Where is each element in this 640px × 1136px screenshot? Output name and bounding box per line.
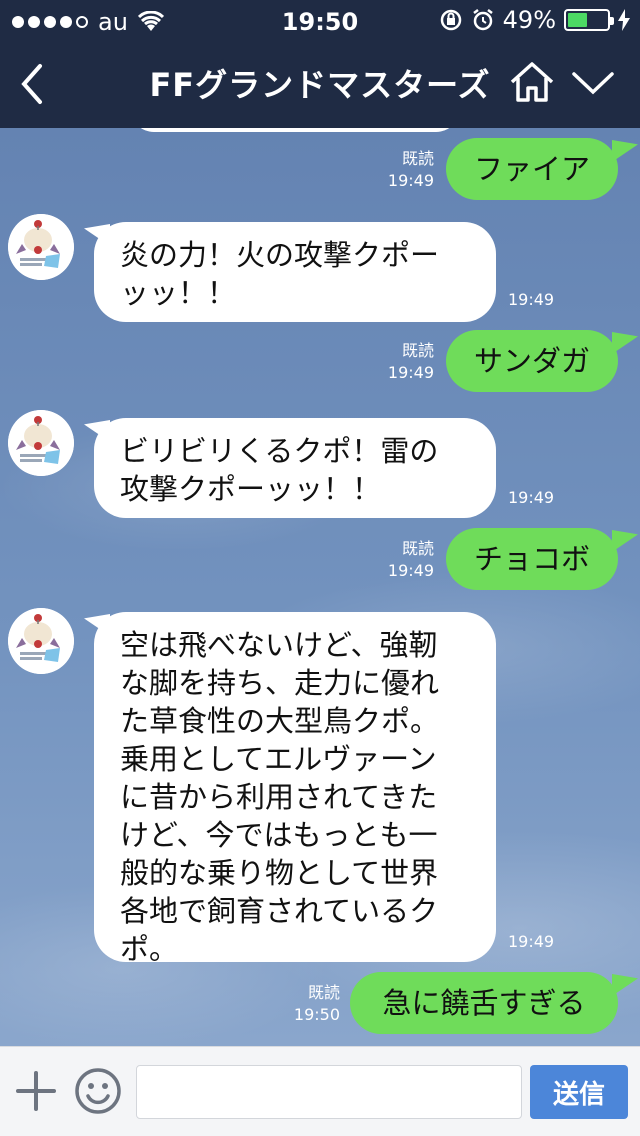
sent-message-bubble[interactable]: サンダガ <box>446 330 618 392</box>
received-message-bubble[interactable]: 炎の力！火の攻撃クポー ッッ！！ <box>94 222 496 322</box>
message-meta: 既読 19:50 <box>282 982 340 1026</box>
read-receipt: 既読 <box>307 983 340 1002</box>
message-line: 般的な乗り物として世界 <box>120 856 439 890</box>
message-line: ビリビリくるクポ！雷の <box>120 434 439 468</box>
avatar[interactable] <box>8 410 74 476</box>
message-meta: 既読 19:49 <box>376 148 434 192</box>
home-icon <box>510 62 554 102</box>
message-text-input[interactable] <box>136 1065 522 1119</box>
bubble-tail <box>612 332 638 354</box>
charging-icon <box>618 9 630 31</box>
message-line: な脚を持ち、走力に優れ <box>120 666 440 700</box>
plus-icon <box>16 1071 56 1111</box>
message-line: 空は飛べないけど、強靭 <box>120 628 438 662</box>
sent-message-bubble[interactable]: チョコボ <box>446 528 618 590</box>
menu-toggle-button[interactable] <box>570 62 616 104</box>
received-message-bubble[interactable]: 空は飛べないけど、強靭 な脚を持ち、走力に優れ た草食性の大型鳥クポ。 乗用とし… <box>94 612 496 966</box>
avatar[interactable] <box>8 608 74 674</box>
moogle-avatar-icon <box>8 214 74 280</box>
message-time: 19:50 <box>293 1005 340 1024</box>
chevron-down-icon <box>572 72 614 95</box>
battery-percent: 49% <box>502 6 556 34</box>
sent-message-bubble[interactable]: ファイア <box>446 138 618 200</box>
message-meta: 既読 19:49 <box>376 340 434 384</box>
read-receipt: 既読 <box>401 341 434 360</box>
message-text: チョコボ <box>474 542 591 576</box>
message-line: ッッ！！ <box>120 276 237 310</box>
message-time: 19:49 <box>508 488 555 507</box>
message-line: 炎の力！火の攻撃クポー <box>120 238 440 272</box>
battery-icon <box>564 9 614 31</box>
bubble-tail <box>612 974 638 996</box>
message-line: 攻撃クポーッッ！！ <box>120 472 382 506</box>
message-line: けど、今ではもっとも一 <box>120 818 438 852</box>
rotation-lock-icon <box>440 9 461 31</box>
message-time: 19:49 <box>508 932 555 951</box>
message-time: 19:49 <box>508 290 555 309</box>
message-time: 19:49 <box>387 363 434 382</box>
alarm-icon <box>472 9 493 31</box>
message-line: 各地で飼育されているク <box>120 894 439 928</box>
status-bar: au 19:50 49% <box>0 0 640 42</box>
previous-message-bubble <box>130 128 460 132</box>
received-message-bubble[interactable]: ビリビリくるクポ！雷の 攻撃クポーッッ！！ <box>94 418 496 518</box>
add-attachment-button[interactable] <box>14 1069 58 1113</box>
send-button[interactable]: 送信 <box>530 1065 628 1119</box>
sent-message-bubble[interactable]: 急に饒舌すぎる <box>350 972 618 1034</box>
message-line: た草食性の大型鳥クポ。 <box>120 704 440 738</box>
message-meta: 既読 19:49 <box>376 538 434 582</box>
message-time: 19:49 <box>387 171 434 190</box>
read-receipt: 既読 <box>401 149 434 168</box>
message-line: ポ。 <box>120 932 179 966</box>
message-text: 急に饒舌すぎる <box>382 986 586 1020</box>
message-line: 乗用としてエルヴァーン <box>120 742 437 776</box>
bubble-tail <box>612 530 638 552</box>
moogle-avatar-icon <box>8 410 74 476</box>
sticker-button[interactable] <box>74 1067 122 1115</box>
message-text: ファイア <box>474 152 591 186</box>
message-text: サンダガ <box>474 344 591 378</box>
app-header: au 19:50 49% FFグランドマスターズ <box>0 0 640 128</box>
message-input-bar: 送信 <box>0 1046 640 1136</box>
moogle-avatar-icon <box>8 608 74 674</box>
message-line: に昔から利用されてきた <box>120 780 438 814</box>
smiley-icon <box>75 1068 121 1114</box>
bubble-tail <box>612 140 638 162</box>
home-button[interactable] <box>508 58 556 106</box>
avatar[interactable] <box>8 214 74 280</box>
chat-area[interactable]: 既読 19:49 ファイア 炎の力！火の攻撃クポー ッッ！！ 19:49 既読 … <box>0 128 640 1046</box>
message-time: 19:49 <box>387 561 434 580</box>
read-receipt: 既読 <box>401 539 434 558</box>
